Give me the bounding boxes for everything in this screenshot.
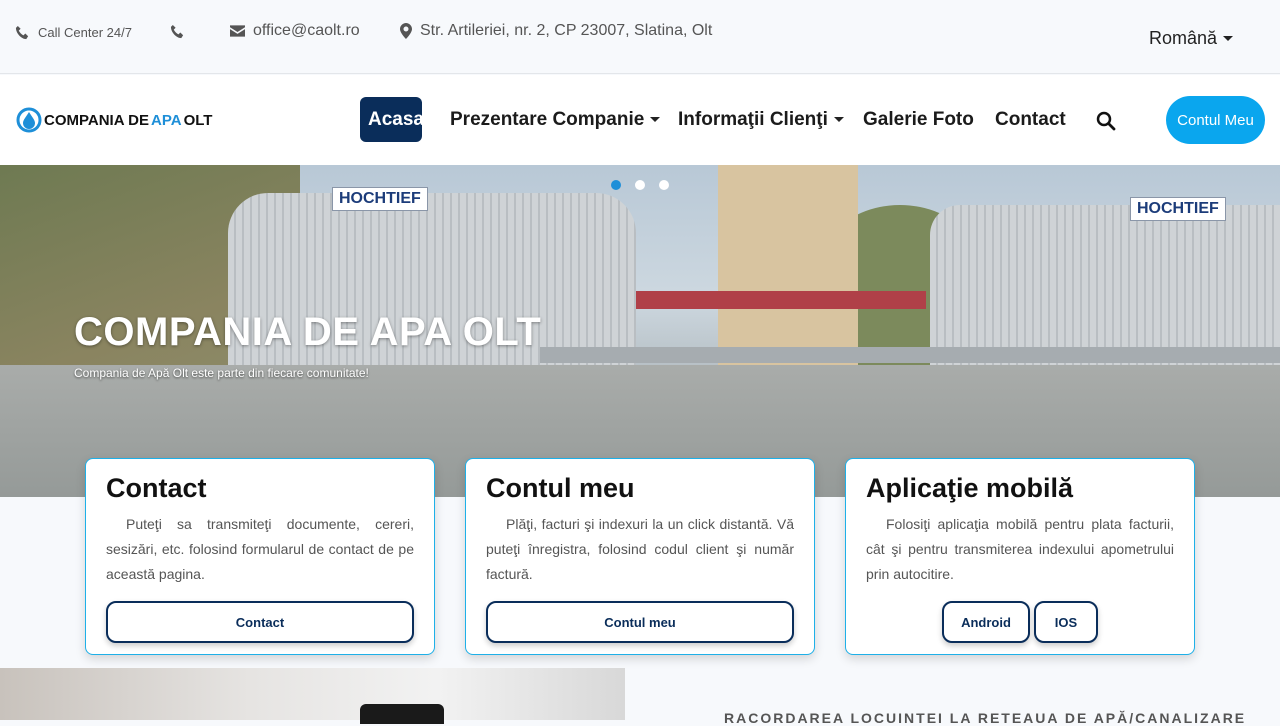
address: Str. Artileriei, nr. 2, CP 23007, Slatin… bbox=[400, 22, 712, 40]
card-contact: Contact Puteţi sa transmiteţi documente,… bbox=[85, 458, 435, 655]
language-selector[interactable]: Română bbox=[1149, 28, 1234, 49]
android-button[interactable]: Android bbox=[942, 601, 1030, 643]
card-title: Contact bbox=[106, 473, 207, 503]
hero-title: COMPANIA DE APA OLT bbox=[74, 310, 542, 354]
hero-sign-right: HOCHTIEF bbox=[1130, 197, 1226, 221]
chevron-down-icon bbox=[650, 117, 661, 122]
chevron-down-icon bbox=[833, 117, 844, 122]
card-title: Aplicaţie mobilă bbox=[866, 473, 1074, 503]
slider-dot[interactable] bbox=[611, 180, 621, 190]
language-label: Română bbox=[1149, 28, 1218, 48]
envelope-icon bbox=[230, 25, 245, 37]
section-heading: RACORDAREA LOCUINTEI LA RETEAUA DE APĂ/C… bbox=[724, 710, 1247, 726]
card-text: Plăţi, facturi şi indexuri la un click d… bbox=[486, 516, 794, 582]
hero-subtitle: Compania de Apă Olt este parte din fieca… bbox=[74, 366, 369, 380]
map-marker-icon bbox=[400, 23, 412, 39]
nav-item-label: Prezentare Companie bbox=[450, 108, 645, 130]
phone-image bbox=[360, 704, 444, 724]
hero-sign-left: HOCHTIEF bbox=[332, 187, 428, 211]
logo-text-3: OLT bbox=[183, 111, 213, 129]
call-center[interactable]: Call Center 24/7 bbox=[15, 25, 132, 40]
nav-item-prezentare-companie[interactable]: Prezentare Companie bbox=[450, 97, 661, 142]
nav-item-galerie-foto[interactable]: Galerie Foto bbox=[863, 97, 974, 142]
card-text: Puteţi sa transmiteţi documente, cereri,… bbox=[106, 516, 414, 582]
account-button[interactable]: Contul Meu bbox=[1166, 96, 1265, 144]
search-button[interactable] bbox=[1096, 111, 1116, 136]
card-text: Folosiţi aplicaţia mobilă pentru plata f… bbox=[866, 516, 1174, 582]
nav-item-label: Contact bbox=[995, 108, 1066, 130]
hero-roof bbox=[636, 291, 926, 309]
main-navbar: COMPANIA DE APA OLT Acasa Prezentare Com… bbox=[0, 75, 1280, 165]
logo[interactable]: COMPANIA DE APA OLT bbox=[16, 105, 212, 135]
call-center-label: Call Center 24/7 bbox=[38, 25, 132, 40]
search-icon bbox=[1096, 111, 1116, 131]
bottom-section-image bbox=[0, 668, 625, 724]
phone-icon bbox=[15, 25, 29, 40]
nav-item-label: Galerie Foto bbox=[863, 108, 974, 130]
contact-button[interactable]: Contact bbox=[106, 601, 414, 643]
card-contul-meu: Contul meu Plăţi, facturi şi indexuri la… bbox=[465, 458, 815, 655]
nav-item-contact[interactable]: Contact bbox=[995, 97, 1066, 142]
nav-item-informatii-clienti[interactable]: Informaţii Clienţi bbox=[678, 97, 844, 142]
phone-icon bbox=[170, 24, 184, 39]
nav-item-label: Informaţii Clienţi bbox=[678, 108, 828, 130]
contul-meu-button[interactable]: Contul meu bbox=[486, 601, 794, 643]
email-link[interactable]: office@caolt.ro bbox=[230, 22, 360, 40]
hero-pipe bbox=[540, 347, 1280, 363]
ios-button[interactable]: IOS bbox=[1034, 601, 1098, 643]
email-text: office@caolt.ro bbox=[253, 22, 360, 39]
card-aplicatie-mobila: Aplicaţie mobilă Folosiţi aplicaţia mobi… bbox=[845, 458, 1195, 655]
logo-text-1: COMPANIA DE bbox=[44, 111, 149, 129]
nav-item-label: Acasa bbox=[368, 108, 424, 130]
address-text: Str. Artileriei, nr. 2, CP 23007, Slatin… bbox=[420, 22, 713, 39]
logo-text-2: APA bbox=[151, 111, 182, 129]
water-drop-logo-icon bbox=[16, 107, 42, 133]
chevron-down-icon bbox=[1223, 36, 1234, 41]
nav-item-acasa[interactable]: Acasa bbox=[360, 97, 424, 142]
phone-link[interactable] bbox=[170, 24, 185, 39]
slider-dots bbox=[611, 180, 669, 190]
slider-dot[interactable] bbox=[635, 180, 645, 190]
card-title: Contul meu bbox=[486, 473, 635, 503]
slider-dot[interactable] bbox=[659, 180, 669, 190]
top-bar: Call Center 24/7 office@caolt.ro Str. Ar… bbox=[0, 0, 1280, 74]
